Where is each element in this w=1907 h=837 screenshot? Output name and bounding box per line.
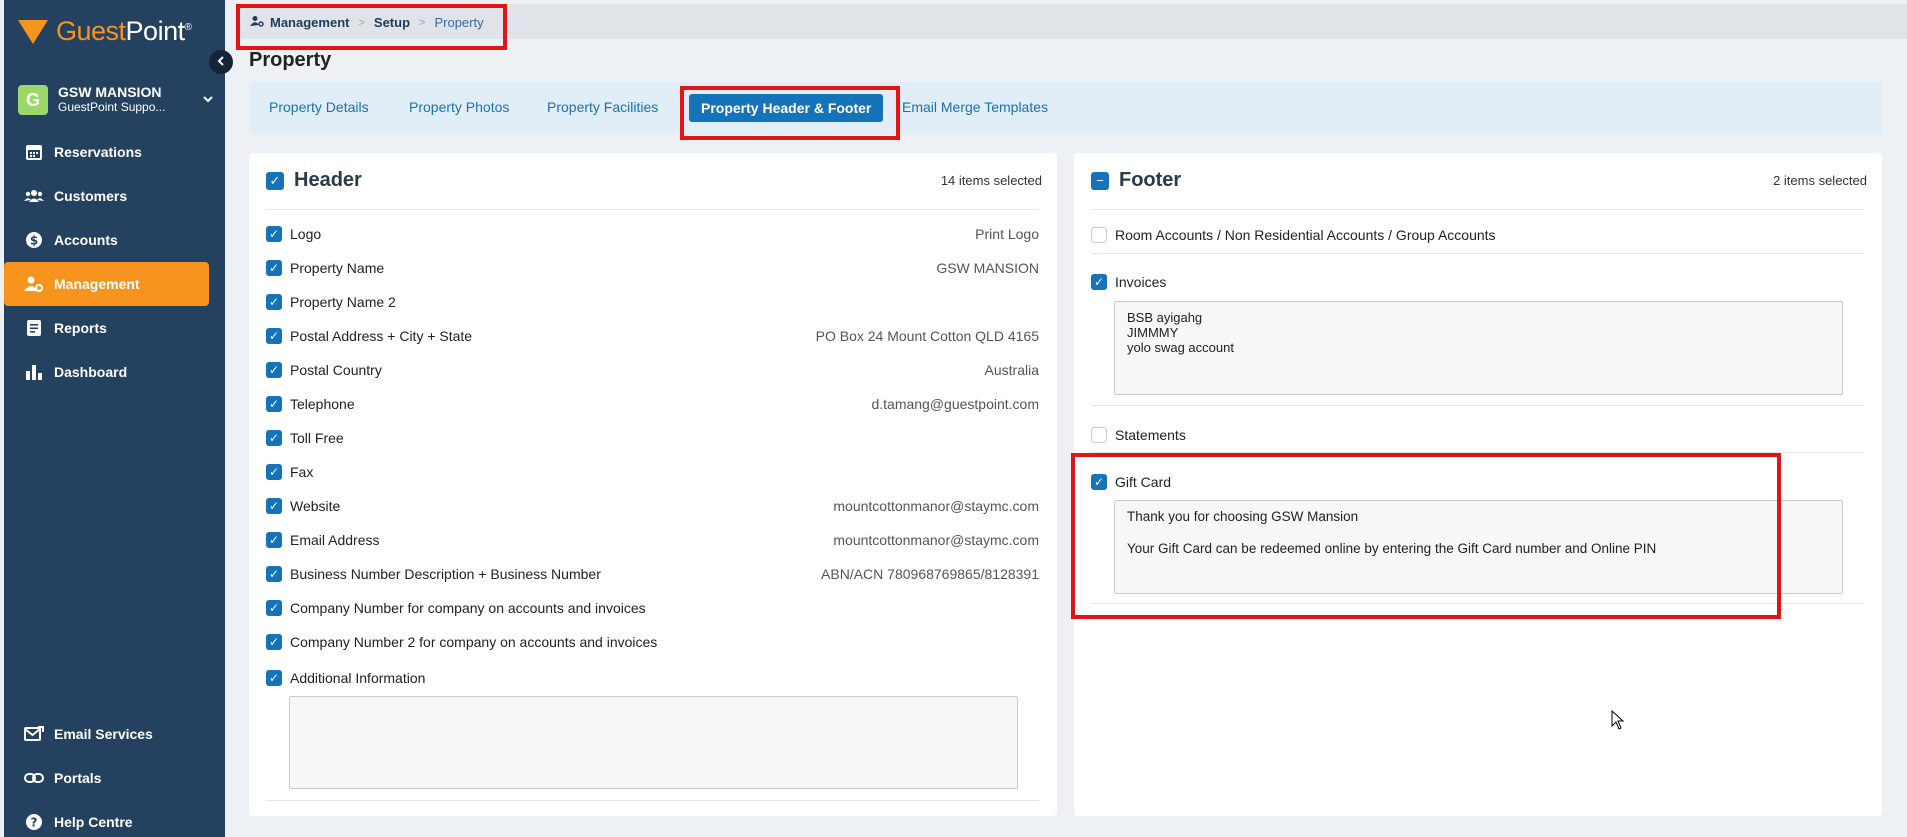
property-sub: GuestPoint Suppo... (58, 100, 166, 114)
header-row-business-number: ✓ Business Number Description + Business… (266, 564, 1039, 584)
logo-triangle-icon (18, 19, 48, 44)
checkbox[interactable]: ✓ (1091, 274, 1107, 290)
checkbox[interactable] (1091, 227, 1107, 243)
footer-row-statements: Statements (1091, 427, 1186, 443)
header-row-property-name-2: ✓ Property Name 2 (266, 292, 1039, 312)
sidebar-item-portals[interactable]: Portals (4, 756, 225, 800)
header-row-telephone: ✓ Telephone d.tamang@guestpoint.com (266, 394, 1039, 414)
breadcrumb-management[interactable]: Management (270, 15, 349, 30)
guestpoint-logo[interactable]: GuestPoint® (18, 16, 192, 47)
checkbox[interactable]: ✓ (266, 260, 282, 276)
checkbox[interactable]: ✓ (266, 670, 282, 686)
chevron-right-icon: > (419, 16, 426, 29)
sidebar-nav: Reservations Customers $ Accounts Manage… (4, 130, 225, 394)
user-gear-icon (24, 274, 44, 294)
header-card: ✓ Header 14 items selected ✓ Logo Print … (249, 153, 1057, 816)
report-icon (24, 318, 44, 338)
checkbox[interactable]: ✓ (266, 294, 282, 310)
header-row-logo: ✓ Logo Print Logo (266, 224, 1039, 244)
footer-row-room-accounts: Room Accounts / Non Residential Accounts… (1091, 227, 1496, 243)
header-row-company-number-2: ✓ Company Number 2 for company on accoun… (266, 632, 1039, 652)
checkbox[interactable]: ✓ (1091, 474, 1107, 490)
sidebar-item-help-centre[interactable]: ? Help Centre (4, 800, 225, 837)
sidebar-item-reports[interactable]: Reports (4, 306, 225, 350)
property-name: GSW MANSION (58, 84, 162, 100)
chevron-right-icon: > (358, 16, 365, 29)
footer-select-all-checkbox[interactable]: − (1091, 171, 1109, 190)
header-row-fax: ✓ Fax (266, 462, 1039, 482)
tab-email-merge-templates[interactable]: Email Merge Templates (902, 99, 1048, 115)
tab-property-header-footer[interactable]: Property Header & Footer (689, 94, 884, 122)
header-selected-count: 14 items selected (940, 173, 1042, 188)
footer-selected-count: 2 items selected (1773, 173, 1867, 188)
svg-text:?: ? (31, 816, 38, 830)
sidebar-item-reservations[interactable]: Reservations (4, 130, 225, 174)
calendar-icon (24, 142, 44, 162)
header-row-email-address: ✓ Email Address mountcottonmanor@staymc.… (266, 530, 1039, 550)
sidebar-item-customers[interactable]: Customers (4, 174, 225, 218)
mouse-cursor-icon (1611, 709, 1625, 735)
footer-card: − Footer 2 items selected Room Accounts … (1074, 153, 1882, 816)
checkbox[interactable]: ✓ (266, 226, 282, 242)
gift-card-footer-textarea[interactable]: Thank you for choosing GSW Mansion Your … (1114, 500, 1843, 594)
footer-row-gift-card: ✓ Gift Card (1091, 474, 1171, 490)
checkbox[interactable]: ✓ (266, 396, 282, 412)
sidebar-item-email-services[interactable]: Email Services (4, 712, 225, 756)
checkbox[interactable]: ✓ (266, 600, 282, 616)
page-title: Property (249, 49, 332, 71)
header-row-property-name: ✓ Property Name GSW MANSION (266, 258, 1039, 278)
collapse-sidebar-button[interactable] (209, 50, 233, 74)
header-row-toll-free: ✓ Toll Free (266, 428, 1039, 448)
sidebar-item-management[interactable]: Management (4, 262, 209, 306)
breadcrumb: Management > Setup > Property (250, 15, 484, 30)
checkbox[interactable] (1091, 427, 1107, 443)
footer-row-invoices: ✓ Invoices (1091, 274, 1166, 290)
invoices-footer-textarea[interactable]: BSB ayigahg JIMMMY yolo swag account (1114, 301, 1843, 395)
checkbox[interactable]: ✓ (266, 464, 282, 480)
header-row-company-number: ✓ Company Number for company on accounts… (266, 598, 1039, 618)
breadcrumb-bar (236, 4, 1907, 39)
link-icon (24, 768, 44, 788)
checkbox[interactable]: ✓ (266, 498, 282, 514)
header-row-postal-address: ✓ Postal Address + City + State PO Box 2… (266, 326, 1039, 346)
sidebar-item-dashboard[interactable]: Dashboard (4, 350, 225, 394)
breadcrumb-setup[interactable]: Setup (374, 15, 410, 30)
dollar-icon: $ (24, 230, 44, 250)
help-icon: ? (24, 812, 44, 832)
checkbox[interactable]: ✓ (266, 634, 282, 650)
header-title: Header (294, 169, 362, 191)
user-gear-icon (250, 15, 264, 30)
header-row-website: ✓ Website mountcottonmanor@staymc.com (266, 496, 1039, 516)
tab-property-details[interactable]: Property Details (269, 99, 369, 115)
bar-chart-icon (24, 362, 44, 382)
sidebar-bottom-nav: Email Services Portals ? Help Centre (4, 712, 225, 837)
additional-information-textarea[interactable] (289, 696, 1018, 789)
checkbox[interactable]: ✓ (266, 328, 282, 344)
header-row-additional-information: ✓ Additional Information (266, 668, 1039, 688)
sidebar-item-accounts[interactable]: $ Accounts (4, 218, 225, 262)
svg-text:$: $ (30, 234, 38, 248)
checkbox[interactable]: ✓ (266, 430, 282, 446)
tab-bar: Property Details Property Photos Propert… (249, 82, 1882, 135)
avatar: G (18, 85, 48, 115)
mail-icon (24, 724, 44, 744)
breadcrumb-property: Property (434, 15, 484, 30)
checkbox[interactable]: ✓ (266, 362, 282, 378)
header-select-all-checkbox[interactable]: ✓ (266, 171, 284, 190)
footer-title: Footer (1119, 169, 1182, 191)
users-icon (24, 186, 44, 206)
checkbox[interactable]: ✓ (266, 566, 282, 582)
tab-property-photos[interactable]: Property Photos (409, 99, 509, 115)
chevron-down-icon[interactable] (202, 92, 214, 108)
sidebar: GuestPoint® G GSW MANSION GuestPoint Sup… (4, 0, 225, 837)
checkbox[interactable]: ✓ (266, 532, 282, 548)
property-switcher[interactable]: G GSW MANSION GuestPoint Suppo... (18, 82, 214, 118)
tab-property-facilities[interactable]: Property Facilities (547, 99, 658, 115)
header-row-postal-country: ✓ Postal Country Australia (266, 360, 1039, 380)
